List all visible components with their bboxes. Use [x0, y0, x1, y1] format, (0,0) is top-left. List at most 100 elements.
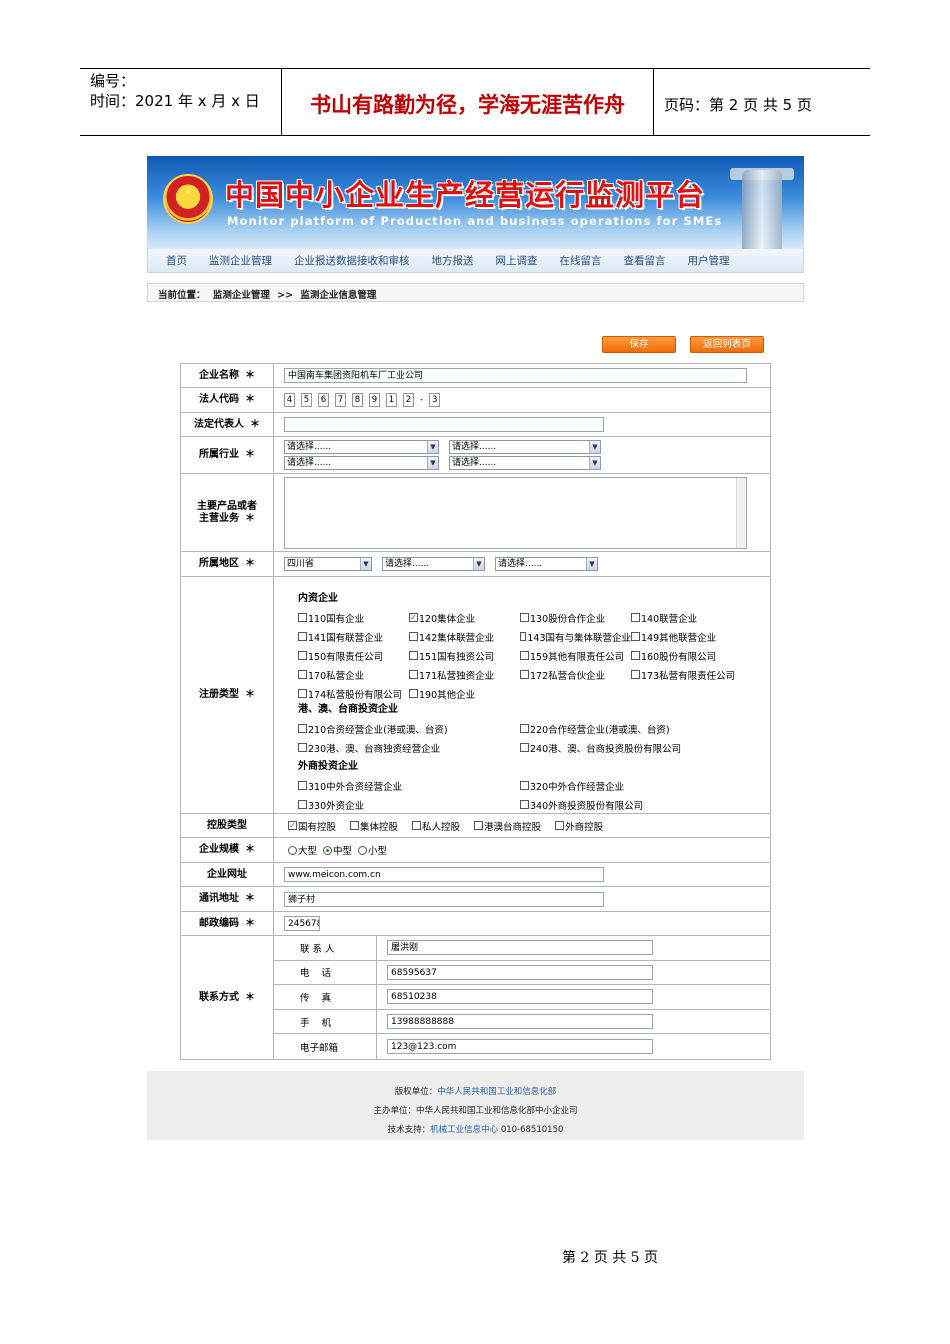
contact-field-input[interactable]: 123@123.com: [387, 1039, 653, 1055]
checkbox-checked-icon[interactable]: ✓: [409, 613, 418, 622]
checkbox-icon[interactable]: [631, 651, 640, 660]
checkbox-icon[interactable]: [631, 632, 640, 641]
legal-code-digit[interactable]: 7: [335, 393, 346, 407]
company-name-input[interactable]: 中国南车集团资阳机车厂工业公司: [284, 368, 747, 383]
checkbox-option[interactable]: 240港、澳、台商投资股份有限公司: [520, 738, 742, 757]
checkbox-icon[interactable]: [409, 651, 418, 660]
checkbox-option[interactable]: 160股份有限公司: [631, 646, 742, 665]
checkbox-option[interactable]: 320中外合作经营企业: [520, 776, 742, 795]
county-select[interactable]: 请选择...... ▼: [495, 557, 598, 571]
radio-icon[interactable]: [288, 845, 297, 855]
checkbox-option[interactable]: 149其他联营企业: [631, 627, 742, 646]
checkbox-icon[interactable]: [298, 651, 307, 660]
radio-icon[interactable]: [358, 845, 368, 855]
checkbox-icon[interactable]: [520, 613, 529, 622]
checkbox-icon[interactable]: [298, 781, 307, 790]
checkbox-option[interactable]: 142集体联营企业: [409, 627, 520, 646]
checkbox-icon[interactable]: [350, 821, 360, 830]
checkbox-option[interactable]: 159其他有限责任公司: [520, 646, 631, 665]
legal-code-check-digit[interactable]: 3: [429, 393, 441, 407]
checkbox-option[interactable]: 集体控股: [350, 819, 398, 833]
legal-code-digit[interactable]: 8: [352, 393, 363, 407]
legal-code-digit[interactable]: 6: [318, 393, 329, 407]
footer-copyright-link[interactable]: 中华人民共和国工业和信息化部: [437, 1087, 556, 1097]
industry-select[interactable]: 请选择...... ▼: [449, 440, 601, 454]
nav-item-local-report[interactable]: 地方报送: [432, 253, 474, 268]
checkbox-option[interactable]: 220合作经营企业(港或澳、台资): [520, 719, 742, 738]
checkbox-option[interactable]: 外商控股: [555, 819, 603, 833]
checkbox-icon[interactable]: [298, 689, 307, 698]
checkbox-icon[interactable]: [298, 670, 307, 679]
checkbox-icon[interactable]: [409, 632, 418, 641]
checkbox-icon[interactable]: [412, 821, 422, 830]
nav-item-monitor-mgmt[interactable]: 监测企业管理: [209, 253, 272, 268]
checkbox-option[interactable]: 150有限责任公司: [298, 646, 409, 665]
back-to-list-button[interactable]: 返回列表页: [690, 336, 764, 353]
contact-field-input[interactable]: 68595637: [387, 964, 653, 980]
checkbox-option[interactable]: 私人控股: [412, 819, 460, 833]
industry-select[interactable]: 请选择...... ▼: [449, 456, 601, 470]
save-button[interactable]: 保存: [602, 336, 676, 353]
textarea-scrollbar[interactable]: [736, 477, 746, 548]
address-input[interactable]: 狮子村: [284, 891, 604, 907]
scale-radio-option[interactable]: 中型: [323, 843, 352, 857]
checkbox-option[interactable]: ✓ 120集体企业: [409, 608, 520, 627]
nav-item-report-review[interactable]: 企业报送数据接收和审核: [294, 253, 410, 268]
website-input[interactable]: www.meicon.com.cn: [284, 867, 604, 882]
checkbox-option[interactable]: 174私营股份有限公司: [298, 684, 409, 703]
nav-item-survey[interactable]: 网上调查: [496, 253, 538, 268]
checkbox-option[interactable]: 110国有企业: [298, 608, 409, 627]
checkbox-icon[interactable]: [409, 689, 418, 698]
checkbox-option[interactable]: 310中外合资经营企业: [298, 776, 520, 795]
nav-item-leave-message[interactable]: 在线留言: [560, 253, 602, 268]
industry-select[interactable]: 请选择...... ▼: [284, 456, 439, 470]
checkbox-icon[interactable]: [631, 613, 640, 622]
checkbox-option[interactable]: 190其他企业: [409, 684, 520, 703]
checkbox-icon[interactable]: [474, 821, 484, 830]
legal-code-digit[interactable]: 4: [284, 393, 295, 407]
footer-support-link[interactable]: 机械工业信息中心: [430, 1125, 498, 1135]
checkbox-icon[interactable]: [555, 821, 565, 830]
checkbox-option[interactable]: 141国有联营企业: [298, 627, 409, 646]
checkbox-icon[interactable]: [298, 632, 307, 641]
checkbox-option[interactable]: 151国有独资公司: [409, 646, 520, 665]
breadcrumb-part1[interactable]: 监测企业管理: [213, 290, 270, 301]
checkbox-icon[interactable]: [631, 670, 640, 679]
nav-item-view-messages[interactable]: 查看留言: [624, 253, 666, 268]
checkbox-icon[interactable]: [520, 743, 529, 752]
checkbox-icon[interactable]: [298, 743, 307, 752]
legal-code-digit[interactable]: 5: [301, 393, 312, 407]
legal-code-digit[interactable]: 9: [369, 393, 380, 407]
checkbox-icon[interactable]: [298, 724, 307, 733]
postcode-input[interactable]: 245678: [284, 916, 320, 931]
checkbox-icon[interactable]: [520, 651, 529, 660]
city-select[interactable]: 请选择...... ▼: [382, 557, 485, 571]
checkbox-option[interactable]: 330外资企业: [298, 795, 520, 814]
checkbox-option[interactable]: ✓ 国有控股: [288, 819, 336, 833]
checkbox-option[interactable]: 171私营独资企业: [409, 665, 520, 684]
checkbox-option[interactable]: 340外商投资股份有限公司: [520, 795, 742, 814]
checkbox-option[interactable]: 130股份合作企业: [520, 608, 631, 627]
contact-field-input[interactable]: 13988888888: [387, 1014, 653, 1030]
checkbox-icon[interactable]: [520, 781, 529, 790]
province-select[interactable]: 四川省 ▼: [284, 557, 372, 571]
industry-select[interactable]: 请选择...... ▼: [284, 440, 439, 454]
checkbox-checked-icon[interactable]: ✓: [288, 821, 297, 830]
scale-radio-option[interactable]: 大型: [288, 843, 317, 857]
products-textarea[interactable]: [284, 476, 747, 549]
checkbox-option[interactable]: 210合资经营企业(港或澳、台资): [298, 719, 520, 738]
checkbox-option[interactable]: 230港、澳、台商独资经营企业: [298, 738, 520, 757]
checkbox-icon[interactable]: [520, 632, 527, 641]
legal-code-digit[interactable]: 1: [386, 393, 397, 407]
checkbox-option[interactable]: 173私营有限责任公司: [631, 665, 742, 684]
checkbox-icon[interactable]: [298, 800, 307, 809]
checkbox-icon[interactable]: [520, 800, 529, 809]
checkbox-icon[interactable]: [298, 613, 307, 622]
checkbox-option[interactable]: 港澳台商控股: [474, 819, 541, 833]
nav-item-home[interactable]: 首页: [166, 253, 187, 268]
scale-radio-option[interactable]: 小型: [358, 843, 387, 857]
checkbox-option[interactable]: 143国有与集体联营企业: [520, 627, 631, 646]
contact-field-input[interactable]: 屠洪刚: [387, 940, 653, 956]
legal-rep-input[interactable]: [284, 417, 604, 432]
checkbox-icon[interactable]: [520, 670, 529, 679]
